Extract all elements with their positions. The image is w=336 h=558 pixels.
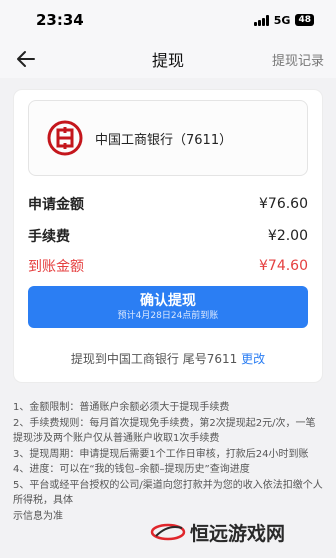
network-type: 5G: [273, 13, 291, 27]
rule-item: 2、手续费规则：每月首次提现免手续费，第2次提现起2元/次，一笔提现涉及两个账户…: [13, 417, 316, 445]
icbc-logo-icon: [47, 120, 83, 156]
account-text: 提现到中国工商银行 尾号7611: [70, 352, 242, 366]
rule-item: 5、平台或经平台授权的公司/渠道向您打款并为您的收入依法扣缴个人所得税，具体: [13, 479, 323, 507]
bank-card-selector[interactable]: 中国工商银行（7611）: [28, 100, 308, 176]
arrive-amount-value: ¥74.60: [259, 258, 308, 274]
watermark: 恒远游戏网: [150, 512, 332, 552]
confirm-label: 确认提现: [140, 293, 196, 309]
status-time: 23:34: [36, 11, 84, 29]
rules-list: 1、金额限制：普通账户余额必须大于提现手续费 2、手续费规则：每月首次提现免手续…: [13, 400, 325, 524]
rule-item: 3、提现周期：申请提现后需要1个工作日审核，打款后24小时到账: [13, 448, 309, 460]
change-account-link[interactable]: 更改: [241, 352, 265, 366]
signal-icon: [253, 14, 269, 26]
confirm-withdraw-button[interactable]: 确认提现 预计4月28日24点前到账: [28, 286, 308, 328]
back-arrow-icon[interactable]: [14, 48, 38, 70]
withdraw-history-link[interactable]: 提现记录: [272, 50, 324, 69]
rule-item: 4、进度：可以在“我的钱包–余额–提现历史”查询进度: [13, 464, 250, 475]
nav-bar: 提现 提现记录: [0, 40, 336, 78]
status-bar: 23:34 5G 48: [0, 0, 336, 40]
apply-amount-value: ¥76.60: [259, 196, 308, 212]
watermark-logo-icon: [150, 523, 186, 541]
withdraw-card: 中国工商银行（7611） 申请金额 ¥76.60 手续费 ¥2.00 到账金额 …: [14, 90, 322, 382]
bank-name: 中国工商银行（7611）: [95, 132, 233, 148]
arrive-amount-label: 到账金额: [28, 259, 84, 275]
apply-amount-label: 申请金额: [28, 197, 84, 213]
fee-value: ¥2.00: [267, 228, 308, 244]
arrival-estimate: 预计4月28日24点前到账: [117, 311, 219, 321]
account-line: 提现到中国工商银行 尾号7611 更改: [14, 350, 322, 367]
apply-amount-row: 申请金额 ¥76.60: [28, 194, 308, 214]
battery-icon: 48: [295, 14, 314, 26]
arrive-amount-row: 到账金额 ¥74.60: [28, 256, 308, 276]
watermark-text: 恒远游戏网: [190, 522, 286, 545]
rule-item: 1、金额限制：普通账户余额必须大于提现手续费: [13, 402, 230, 413]
status-indicators: 5G 48: [253, 13, 314, 27]
fee-row: 手续费 ¥2.00: [28, 226, 308, 246]
page-title: 提现: [151, 51, 184, 70]
fee-label: 手续费: [28, 229, 70, 245]
